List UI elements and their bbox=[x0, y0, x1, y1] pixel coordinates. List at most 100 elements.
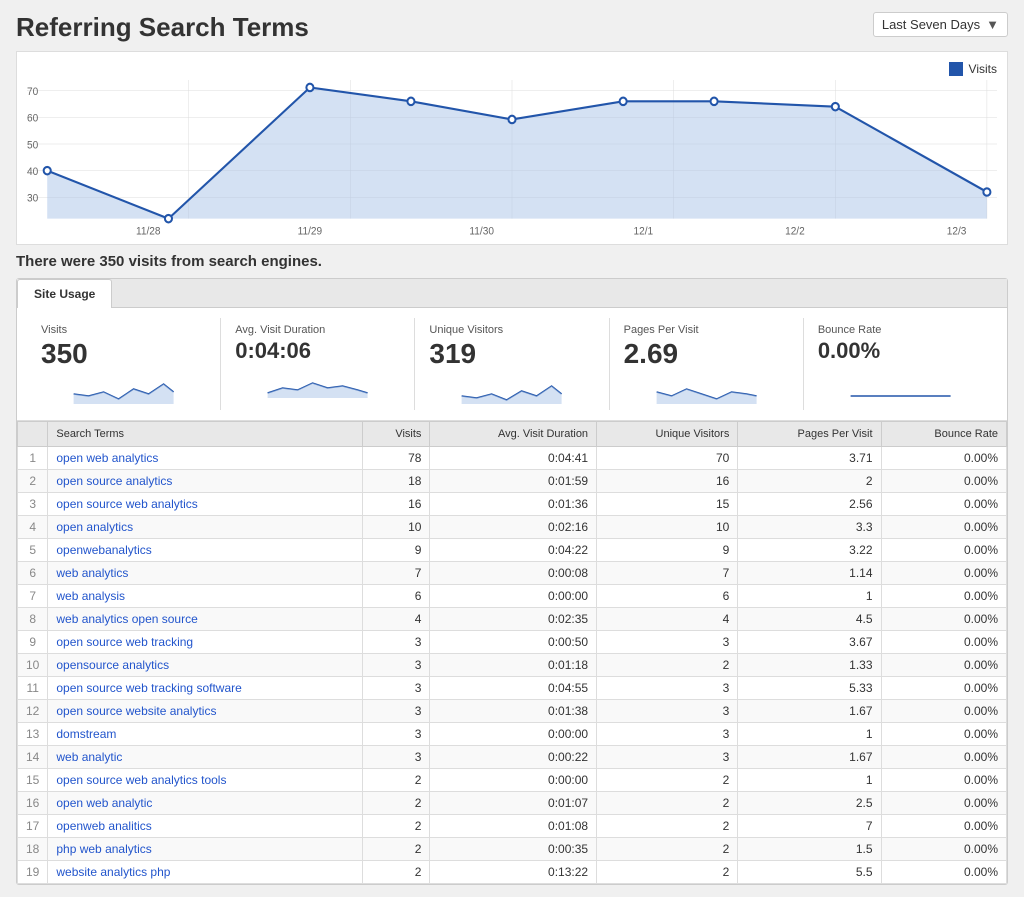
table-body: 1 open web analytics 78 0:04:41 70 3.71 … bbox=[18, 447, 1007, 884]
cell-term: open web analytic bbox=[48, 792, 363, 815]
col-unique-visitors[interactable]: Unique Visitors bbox=[597, 422, 738, 447]
cell-rank: 12 bbox=[18, 700, 48, 723]
cell-pages: 1 bbox=[738, 585, 881, 608]
cell-avg-duration: 0:01:36 bbox=[430, 493, 597, 516]
svg-text:11/28: 11/28 bbox=[136, 226, 161, 237]
cell-pages: 5.5 bbox=[738, 861, 881, 884]
cell-bounce: 0.00% bbox=[881, 838, 1006, 861]
metric-pages-per-visit-chart bbox=[624, 374, 789, 404]
cell-rank: 4 bbox=[18, 516, 48, 539]
svg-text:40: 40 bbox=[27, 167, 38, 178]
metric-pages-per-visit: Pages Per Visit 2.69 bbox=[610, 318, 804, 410]
cell-avg-duration: 0:01:07 bbox=[430, 792, 597, 815]
line-chart: 70 60 50 40 30 bbox=[27, 80, 997, 240]
cell-visits: 4 bbox=[363, 608, 430, 631]
cell-avg-duration: 0:04:22 bbox=[430, 539, 597, 562]
cell-pages: 4.5 bbox=[738, 608, 881, 631]
metric-unique-visitors-value: 319 bbox=[429, 338, 594, 370]
cell-unique: 16 bbox=[597, 470, 738, 493]
cell-pages: 1.67 bbox=[738, 700, 881, 723]
tab-site-usage[interactable]: Site Usage bbox=[17, 279, 112, 308]
svg-text:12/2: 12/2 bbox=[785, 226, 805, 237]
cell-pages: 3.67 bbox=[738, 631, 881, 654]
cell-avg-duration: 0:01:08 bbox=[430, 815, 597, 838]
cell-avg-duration: 0:13:22 bbox=[430, 861, 597, 884]
cell-rank: 17 bbox=[18, 815, 48, 838]
col-bounce-rate[interactable]: Bounce Rate bbox=[881, 422, 1006, 447]
svg-text:50: 50 bbox=[27, 140, 38, 151]
cell-avg-duration: 0:04:41 bbox=[430, 447, 597, 470]
metric-avg-duration-chart bbox=[235, 368, 400, 398]
cell-unique: 9 bbox=[597, 539, 738, 562]
cell-visits: 3 bbox=[363, 700, 430, 723]
page-container: Referring Search Terms Last Seven Days ▼… bbox=[0, 0, 1024, 897]
table-row: 17 openweb analitics 2 0:01:08 2 7 0.00% bbox=[18, 815, 1007, 838]
cell-bounce: 0.00% bbox=[881, 585, 1006, 608]
cell-term: website analytics php bbox=[48, 861, 363, 884]
cell-pages: 1.5 bbox=[738, 838, 881, 861]
cell-rank: 16 bbox=[18, 792, 48, 815]
cell-term: domstream bbox=[48, 723, 363, 746]
col-search-terms: Search Terms bbox=[48, 422, 363, 447]
metric-pages-per-visit-label: Pages Per Visit bbox=[624, 324, 789, 336]
page-header: Referring Search Terms Last Seven Days ▼ bbox=[16, 12, 1008, 43]
table-row: 12 open source website analytics 3 0:01:… bbox=[18, 700, 1007, 723]
table-row: 2 open source analytics 18 0:01:59 16 2 … bbox=[18, 470, 1007, 493]
cell-bounce: 0.00% bbox=[881, 861, 1006, 884]
cell-visits: 2 bbox=[363, 815, 430, 838]
metric-avg-duration-label: Avg. Visit Duration bbox=[235, 324, 400, 336]
cell-term: open source web tracking software bbox=[48, 677, 363, 700]
cell-bounce: 0.00% bbox=[881, 470, 1006, 493]
table-row: 16 open web analytic 2 0:01:07 2 2.5 0.0… bbox=[18, 792, 1007, 815]
col-rank bbox=[18, 422, 48, 447]
cell-pages: 1 bbox=[738, 723, 881, 746]
svg-text:12/1: 12/1 bbox=[634, 226, 654, 237]
col-visits[interactable]: Visits bbox=[363, 422, 430, 447]
cell-unique: 70 bbox=[597, 447, 738, 470]
cell-pages: 5.33 bbox=[738, 677, 881, 700]
cell-pages: 1 bbox=[738, 769, 881, 792]
cell-avg-duration: 0:00:50 bbox=[430, 631, 597, 654]
cell-term: open web analytics bbox=[48, 447, 363, 470]
col-avg-duration[interactable]: Avg. Visit Duration bbox=[430, 422, 597, 447]
cell-visits: 2 bbox=[363, 769, 430, 792]
cell-rank: 13 bbox=[18, 723, 48, 746]
cell-bounce: 0.00% bbox=[881, 815, 1006, 838]
cell-avg-duration: 0:00:08 bbox=[430, 562, 597, 585]
cell-unique: 2 bbox=[597, 769, 738, 792]
cell-avg-duration: 0:00:00 bbox=[430, 769, 597, 792]
cell-avg-duration: 0:00:22 bbox=[430, 746, 597, 769]
table-row: 14 web analytic 3 0:00:22 3 1.67 0.00% bbox=[18, 746, 1007, 769]
cell-avg-duration: 0:01:18 bbox=[430, 654, 597, 677]
metric-visits-label: Visits bbox=[41, 324, 206, 336]
chart-area: 70 60 50 40 30 bbox=[27, 80, 997, 240]
cell-bounce: 0.00% bbox=[881, 746, 1006, 769]
date-filter-button[interactable]: Last Seven Days ▼ bbox=[873, 12, 1008, 37]
metric-bounce-rate-label: Bounce Rate bbox=[818, 324, 983, 336]
table-row: 4 open analytics 10 0:02:16 10 3.3 0.00% bbox=[18, 516, 1007, 539]
metric-pages-per-visit-value: 2.69 bbox=[624, 338, 789, 370]
cell-term: openweb analitics bbox=[48, 815, 363, 838]
cell-avg-duration: 0:00:35 bbox=[430, 838, 597, 861]
cell-rank: 6 bbox=[18, 562, 48, 585]
cell-bounce: 0.00% bbox=[881, 677, 1006, 700]
table-row: 7 web analysis 6 0:00:00 6 1 0.00% bbox=[18, 585, 1007, 608]
cell-unique: 3 bbox=[597, 700, 738, 723]
cell-visits: 3 bbox=[363, 654, 430, 677]
page-title: Referring Search Terms bbox=[16, 12, 309, 43]
cell-rank: 7 bbox=[18, 585, 48, 608]
cell-avg-duration: 0:04:55 bbox=[430, 677, 597, 700]
cell-term: open source website analytics bbox=[48, 700, 363, 723]
cell-pages: 1.14 bbox=[738, 562, 881, 585]
cell-unique: 15 bbox=[597, 493, 738, 516]
table-row: 13 domstream 3 0:00:00 3 1 0.00% bbox=[18, 723, 1007, 746]
summary-text: There were 350 visits from search engine… bbox=[16, 253, 1008, 270]
svg-text:12/3: 12/3 bbox=[947, 226, 967, 237]
metric-visits-value: 350 bbox=[41, 338, 206, 370]
search-terms-table: Search Terms Visits Avg. Visit Duration … bbox=[17, 421, 1007, 884]
table-row: 6 web analytics 7 0:00:08 7 1.14 0.00% bbox=[18, 562, 1007, 585]
table-row: 10 opensource analytics 3 0:01:18 2 1.33… bbox=[18, 654, 1007, 677]
metric-avg-duration-value: 0:04:06 bbox=[235, 338, 400, 364]
cell-rank: 2 bbox=[18, 470, 48, 493]
col-pages-per-visit[interactable]: Pages Per Visit bbox=[738, 422, 881, 447]
